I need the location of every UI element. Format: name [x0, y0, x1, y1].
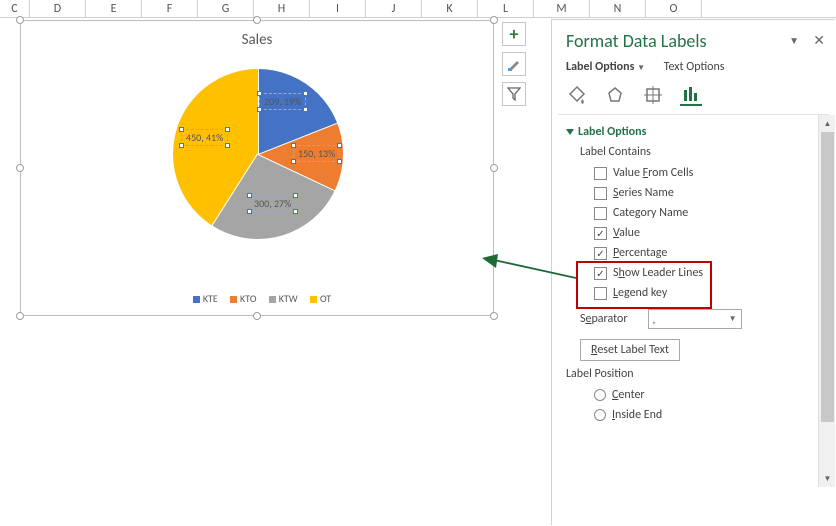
selection-handle[interactable]: [16, 164, 24, 172]
selection-handle[interactable]: [490, 312, 498, 320]
size-properties-icon[interactable]: [642, 84, 664, 106]
radio-icon: [594, 409, 606, 421]
separator-label: Separator: [580, 312, 628, 326]
radio-inside-end[interactable]: Inside End: [566, 405, 829, 425]
chart-styles-button[interactable]: [502, 52, 526, 76]
label-position-heading: Label Position: [566, 365, 829, 385]
selection-handle[interactable]: [490, 164, 498, 172]
legend-label: KTO: [240, 292, 256, 305]
data-label-ot[interactable]: 450, 41%: [181, 129, 228, 146]
tab-text-options[interactable]: Text Options: [664, 60, 725, 74]
selection-handle[interactable]: [490, 16, 498, 24]
chart-object[interactable]: Sales 209, 19% 150, 13% 300, 27% 450, 41…: [20, 20, 494, 316]
funnel-icon: [507, 87, 521, 101]
plus-icon: +: [510, 23, 519, 45]
data-label-text: 150, 13%: [298, 147, 335, 160]
col-K[interactable]: K: [422, 0, 478, 18]
data-label-text: 450, 41%: [186, 131, 223, 144]
scroll-thumb[interactable]: [821, 132, 834, 422]
tab-label-options[interactable]: Label Options ▼: [566, 60, 645, 74]
selection-handle[interactable]: [253, 312, 261, 320]
chart-legend[interactable]: KTE KTO KTW OT: [21, 292, 493, 305]
fill-line-icon[interactable]: [566, 84, 588, 106]
checkbox-icon: ✓: [594, 227, 607, 240]
col-M[interactable]: M: [534, 0, 590, 18]
col-F[interactable]: F: [142, 0, 198, 18]
separator-select[interactable]: ,▼: [648, 309, 742, 329]
col-O[interactable]: O: [646, 0, 702, 18]
legend-swatch: [193, 296, 200, 303]
checkbox-value-from-cells[interactable]: Value From Cells: [566, 163, 829, 183]
pane-category-icons: [552, 82, 835, 114]
legend-label: KTW: [279, 292, 298, 305]
section-label-options[interactable]: Label Options: [566, 123, 829, 143]
checkbox-icon: [594, 187, 607, 200]
checkbox-series-name[interactable]: Series Name: [566, 183, 829, 203]
pane-body: Label Options Label Contains Value From …: [552, 115, 835, 487]
reset-label-text-button[interactable]: Reset Label Text: [580, 339, 680, 361]
data-label-text: 300, 27%: [254, 197, 291, 210]
legend-label: OT: [320, 292, 331, 305]
radio-icon: [594, 389, 606, 401]
selection-handle[interactable]: [16, 16, 24, 24]
label-contains-heading: Label Contains: [566, 143, 829, 163]
col-I[interactable]: I: [310, 0, 366, 18]
radio-center[interactable]: Center: [566, 385, 829, 405]
column-header-row: C D E F G H I J K L M N O: [0, 0, 836, 18]
selection-handle[interactable]: [16, 312, 24, 320]
effects-icon[interactable]: [604, 84, 626, 106]
checkbox-category-name[interactable]: Category Name: [566, 203, 829, 223]
selection-handle[interactable]: [253, 16, 261, 24]
checkbox-icon: ✓: [594, 267, 607, 280]
chevron-down-icon: ▼: [637, 63, 645, 73]
chart-action-buttons: +: [502, 22, 526, 112]
chart-title[interactable]: Sales: [21, 31, 493, 49]
legend-swatch: [310, 296, 317, 303]
scroll-up-button[interactable]: ▲: [819, 115, 835, 132]
checkbox-icon: [594, 207, 607, 220]
pane-options-dropdown[interactable]: ▼: [789, 34, 799, 47]
checkbox-icon: [594, 167, 607, 180]
chart-filters-button[interactable]: [502, 82, 526, 106]
legend-label: KTE: [203, 292, 218, 305]
legend-swatch: [269, 296, 276, 303]
checkbox-icon: ✓: [594, 247, 607, 260]
checkbox-show-leader-lines[interactable]: ✓Show Leader Lines: [566, 263, 829, 283]
col-C[interactable]: C: [0, 0, 30, 18]
data-label-kte[interactable]: 209, 19%: [259, 93, 306, 110]
data-label-kto[interactable]: 150, 13%: [293, 145, 340, 162]
data-label-text: 209, 19%: [264, 95, 301, 108]
close-pane-button[interactable]: ✕: [813, 32, 825, 49]
chart-elements-button[interactable]: +: [502, 22, 526, 46]
col-J[interactable]: J: [366, 0, 422, 18]
label-options-icon[interactable]: [680, 84, 702, 106]
legend-swatch: [230, 296, 237, 303]
format-data-labels-pane: Format Data Labels ▼ ✕ Label Options ▼ T…: [551, 19, 835, 525]
col-G[interactable]: G: [198, 0, 254, 18]
data-label-ktw[interactable]: 300, 27%: [249, 195, 296, 212]
col-D[interactable]: D: [30, 0, 86, 18]
col-N[interactable]: N: [590, 0, 646, 18]
scroll-down-button[interactable]: ▼: [819, 470, 835, 487]
col-E[interactable]: E: [86, 0, 142, 18]
checkbox-icon: [594, 287, 607, 300]
pane-scrollbar[interactable]: ▲ ▼: [818, 115, 835, 487]
col-H[interactable]: H: [254, 0, 310, 18]
checkbox-legend-key[interactable]: Legend key: [566, 283, 829, 303]
brush-icon: [506, 56, 522, 72]
checkbox-percentage[interactable]: ✓Percentage: [566, 243, 829, 263]
expand-triangle-icon: [566, 129, 574, 135]
col-L[interactable]: L: [478, 0, 534, 18]
checkbox-value[interactable]: ✓Value: [566, 223, 829, 243]
chevron-down-icon: ▼: [729, 314, 737, 324]
